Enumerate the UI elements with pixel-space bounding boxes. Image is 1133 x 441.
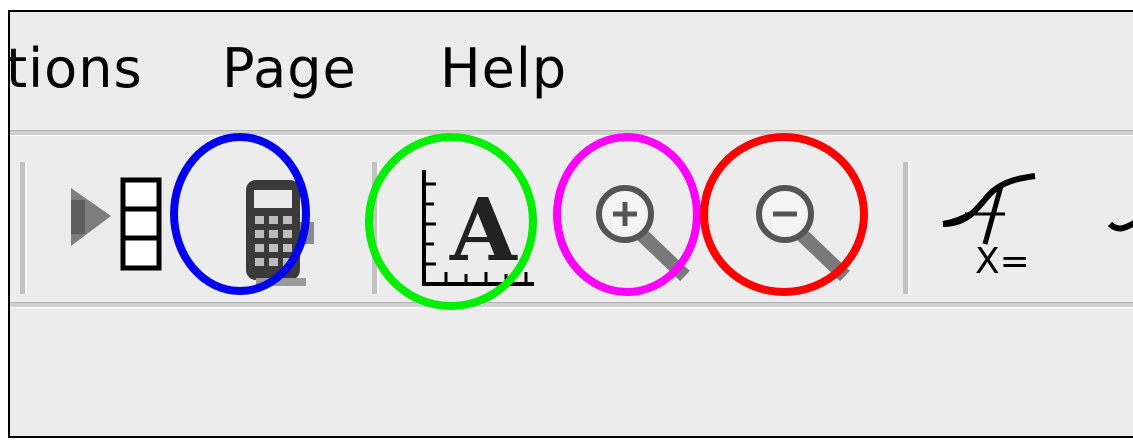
- curve-icon: [1106, 152, 1133, 302]
- menu-bar: tions Page Help: [10, 34, 1133, 114]
- highlight-circle-green: [365, 133, 537, 310]
- menu-options[interactable]: tions: [10, 34, 143, 104]
- highlight-circle-red: [700, 133, 868, 296]
- menu-help[interactable]: Help: [440, 34, 567, 104]
- menu-page[interactable]: Page: [222, 34, 357, 104]
- app-window: tions Page Help A X=: [8, 10, 1133, 438]
- solve-label: X=: [975, 241, 1030, 282]
- run-table-icon: [65, 152, 165, 302]
- menu-divider: [10, 130, 1133, 136]
- solve-button[interactable]: X=: [935, 152, 1060, 302]
- highlight-circle-magenta: [553, 133, 701, 296]
- next-tool-button[interactable]: [1106, 152, 1133, 302]
- toolbar-separator: [903, 162, 910, 294]
- toolbar-divider: [10, 302, 1133, 308]
- highlight-circle-blue: [170, 133, 310, 295]
- run-table-button[interactable]: [65, 152, 165, 302]
- toolbar-separator: [20, 162, 27, 294]
